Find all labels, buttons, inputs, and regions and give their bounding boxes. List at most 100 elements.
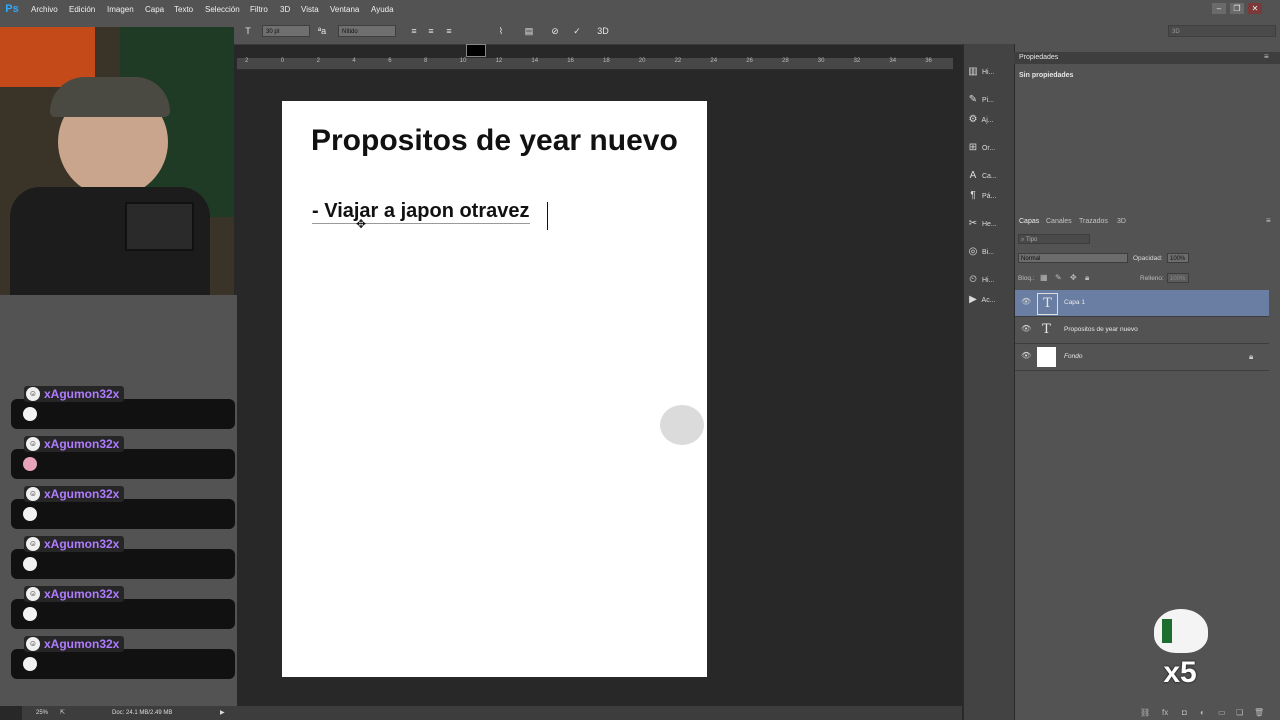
- tab-3d[interactable]: 3D: [1117, 218, 1126, 225]
- menu-vista[interactable]: Vista: [301, 0, 319, 19]
- properties-empty-label: Sin propiedades: [1019, 72, 1074, 79]
- panel-menu-icon[interactable]: ≡: [1264, 52, 1269, 61]
- new-group-icon[interactable]: ▭: [1218, 708, 1226, 717]
- tab-canales[interactable]: Canales: [1046, 218, 1072, 225]
- ruler-tick-label: 16: [567, 58, 574, 64]
- tab-capas[interactable]: Capas: [1019, 218, 1039, 225]
- collapsed-panel-actions[interactable]: ▶ Ac...: [966, 290, 1012, 310]
- user-avatar-icon: ☺: [26, 437, 40, 451]
- document-canvas[interactable]: [282, 101, 707, 677]
- tab-trazados[interactable]: Trazados: [1079, 218, 1108, 225]
- status-arrow-icon[interactable]: ▶: [220, 706, 225, 720]
- antialias-icon: ªa: [317, 26, 327, 36]
- layer-name: Capa 1: [1064, 299, 1085, 306]
- minimize-icon[interactable]: –: [1212, 3, 1226, 14]
- lock-all-icon[interactable]: 🔒︎: [1085, 273, 1089, 283]
- visibility-eye-icon[interactable]: 👁︎: [1021, 297, 1031, 307]
- adjustment-layer-icon[interactable]: ◐: [1200, 708, 1205, 717]
- restore-icon[interactable]: ❐: [1230, 3, 1244, 14]
- link-layers-icon[interactable]: ⛓: [1140, 708, 1150, 717]
- layer-filter-select[interactable]: ⌕ Tipo: [1018, 234, 1090, 244]
- badge-icon: [23, 557, 37, 571]
- fill-label: Relleno:: [1140, 275, 1164, 282]
- library-icon: ◎: [968, 246, 978, 257]
- chat-message: [11, 649, 235, 679]
- menu-ayuda[interactable]: Ayuda: [371, 0, 394, 19]
- badge-icon: [23, 507, 37, 521]
- font-size-select[interactable]: 30 pt: [262, 25, 310, 37]
- doc-size: Doc: 24.1 MB/2.49 MB: [112, 710, 173, 716]
- align-right-icon[interactable]: ≡: [443, 25, 455, 37]
- collapsed-panel-label: Bi...: [980, 249, 995, 256]
- character-icon: A: [969, 170, 977, 181]
- antialias-select[interactable]: Nítido: [338, 25, 396, 37]
- collapsed-panel-tools[interactable]: ✂ He...: [966, 214, 1012, 234]
- cancel-icon[interactable]: ⊘: [549, 25, 561, 37]
- collapsed-panel-origin[interactable]: ⊞ Or...: [966, 138, 1012, 158]
- close-icon[interactable]: ✕: [1248, 3, 1262, 14]
- layer-row-fondo[interactable]: 👁︎ Fondo 🔒︎: [1015, 344, 1269, 371]
- collapsed-panel-brush[interactable]: ✎ Pi...: [966, 90, 1012, 110]
- badge-icon: [23, 607, 37, 621]
- document-text-line[interactable]: - Viajar a japon otravez: [312, 200, 530, 224]
- layer-mask-icon[interactable]: ◘: [1182, 708, 1187, 717]
- lock-pixels-icon[interactable]: ▦: [1040, 273, 1048, 282]
- chat-message: [11, 599, 235, 629]
- user-avatar-icon: ☺: [26, 487, 40, 501]
- collapsed-panel-label: Aj...: [980, 117, 994, 124]
- layer-row-capa-1[interactable]: 👁︎ T Capa 1: [1015, 290, 1269, 317]
- status-export-icon[interactable]: ⇱: [60, 706, 65, 720]
- new-layer-icon[interactable]: ❏: [1236, 708, 1243, 717]
- layer-style-icon[interactable]: fx: [1162, 708, 1168, 717]
- collapsed-panel-library[interactable]: ◎ Bi...: [966, 242, 1012, 262]
- ruler-tick-label: 2: [316, 58, 320, 64]
- collapsed-panel-character[interactable]: A Ca...: [966, 166, 1012, 186]
- user-avatar-icon: ☺: [26, 387, 40, 401]
- collapsed-panel-adjust[interactable]: ⚙ Aj...: [966, 110, 1012, 130]
- chat-message: [11, 399, 235, 429]
- actions-icon: ▶: [969, 294, 977, 305]
- text-layer-thumbnail-icon: T: [1042, 322, 1051, 337]
- ruler-tick-label: 2: [245, 58, 249, 64]
- zoom-level[interactable]: 25%: [36, 706, 48, 720]
- visibility-eye-icon[interactable]: 👁︎: [1021, 351, 1031, 361]
- visibility-eye-icon[interactable]: 👁︎: [1021, 324, 1031, 334]
- workspace-select[interactable]: 3D: [1168, 25, 1276, 37]
- ruler-tick-label: 24: [710, 58, 718, 64]
- menu-filtro[interactable]: Filtro: [250, 0, 268, 19]
- lock-move-icon[interactable]: ✥: [1070, 273, 1077, 282]
- menu-seleccion[interactable]: Selección: [205, 0, 240, 19]
- 3d-text-icon[interactable]: 3D: [597, 25, 609, 37]
- layer-name: Fondo: [1064, 353, 1083, 360]
- text-orientation-icon[interactable]: T: [242, 25, 254, 37]
- collapsed-panel-histogram[interactable]: ▥ Hi...: [966, 62, 1012, 82]
- menu-capa[interactable]: Capa: [145, 0, 164, 19]
- ruler-tick-label: 0: [280, 58, 285, 64]
- properties-tab-bar: Propiedades ≡: [1014, 52, 1280, 64]
- collapsed-panel-paragraph[interactable]: ¶ Pá...: [966, 186, 1012, 206]
- menu-3d[interactable]: 3D: [280, 0, 290, 19]
- collapsed-panel-history[interactable]: ⏲ Hi...: [966, 270, 1012, 290]
- blend-mode-select[interactable]: Normal: [1018, 253, 1128, 263]
- opacity-input[interactable]: 100%: [1167, 253, 1189, 263]
- character-panel-icon[interactable]: ▤: [523, 25, 535, 37]
- lock-paint-icon[interactable]: ✎: [1055, 273, 1062, 282]
- layers-menu-icon[interactable]: ≡: [1266, 216, 1271, 225]
- text-color-swatch[interactable]: [466, 44, 486, 57]
- menu-archivo[interactable]: Archivo: [31, 0, 58, 19]
- menu-imagen[interactable]: Imagen: [107, 0, 134, 19]
- menu-edicion[interactable]: Edición: [69, 0, 95, 19]
- properties-tab[interactable]: Propiedades: [1019, 54, 1058, 61]
- document-title-text[interactable]: Propositos de year nuevo: [311, 124, 701, 158]
- text-layer-thumbnail-icon: T: [1037, 293, 1058, 315]
- align-left-icon[interactable]: ≡: [408, 25, 420, 37]
- align-center-icon[interactable]: ≡: [425, 25, 437, 37]
- menu-ventana[interactable]: Ventana: [330, 0, 359, 19]
- layer-row-propositos[interactable]: 👁︎ T Propositos de year nuevo: [1015, 317, 1269, 344]
- menu-texto[interactable]: Texto: [174, 0, 193, 19]
- collapsed-panel-label: Hi...: [980, 277, 995, 284]
- warp-text-icon[interactable]: ⌇: [495, 25, 507, 37]
- fill-input[interactable]: 100%: [1167, 273, 1189, 283]
- commit-icon[interactable]: ✓: [571, 25, 583, 37]
- delete-layer-icon[interactable]: 🗑︎: [1254, 708, 1264, 717]
